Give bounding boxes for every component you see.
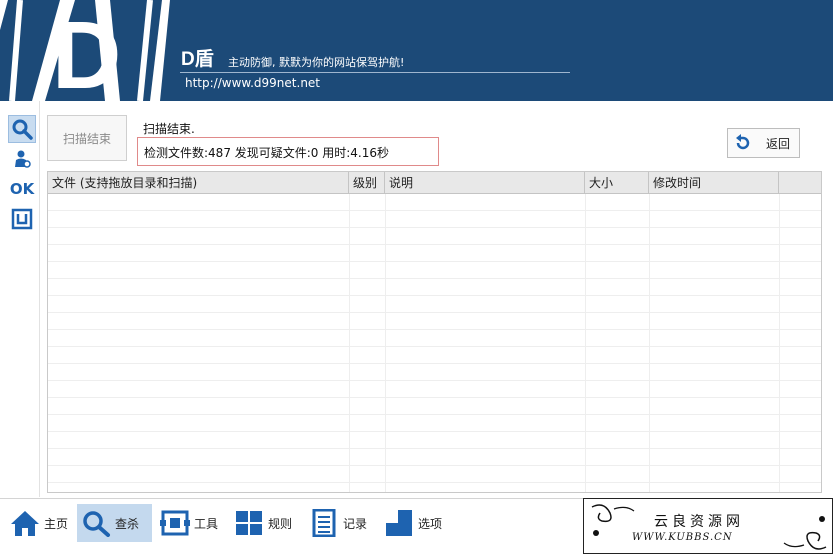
tools-icon — [160, 510, 190, 536]
scan-status-button[interactable]: 扫描结束 — [47, 115, 127, 161]
table-row[interactable] — [48, 313, 821, 330]
table-row[interactable] — [48, 279, 821, 296]
table-row[interactable] — [48, 262, 821, 279]
user-scan-icon — [15, 150, 31, 168]
table-row[interactable] — [48, 398, 821, 415]
side-ok-button[interactable]: OK — [8, 175, 36, 203]
options-icon — [386, 510, 412, 536]
nav-scan-label: 查杀 — [115, 516, 140, 531]
scan-status-title: 扫描结束. — [143, 122, 195, 136]
table-row[interactable] — [48, 432, 821, 449]
scan-result-summary: 检测文件数:487 发现可疑文件:0 用时:4.16秒 — [137, 137, 439, 166]
column-header-modified[interactable]: 修改时间 — [649, 172, 779, 194]
column-header-description[interactable]: 说明 — [385, 172, 585, 194]
nav-home[interactable]: 主页 — [6, 504, 72, 542]
brand-name: D盾 — [181, 49, 214, 70]
left-sidebar: OK — [0, 101, 40, 497]
table-row[interactable] — [48, 211, 821, 228]
watermark-banner: 云良资源网 WWW.KUBBS.CN — [583, 498, 833, 554]
column-header-file[interactable]: 文件 (支持拖放目录和扫描) — [48, 172, 349, 194]
ok-icon: OK — [9, 180, 35, 198]
column-header-size[interactable]: 大小 — [585, 172, 649, 194]
table-row[interactable] — [48, 330, 821, 347]
rules-icon — [236, 511, 262, 535]
search-icon — [83, 511, 110, 537]
nav-options-label: 选项 — [418, 516, 443, 531]
app-logo: D — [0, 0, 170, 101]
nav-rules[interactable]: 规则 — [230, 504, 296, 542]
table-row[interactable] — [48, 228, 821, 245]
nav-tools-label: 工具 — [194, 516, 219, 531]
log-icon — [312, 509, 336, 537]
side-frame-button[interactable] — [8, 205, 36, 233]
table-row[interactable] — [48, 381, 821, 398]
nav-log[interactable]: 记录 — [305, 504, 371, 542]
results-table[interactable]: 文件 (支持拖放目录和扫描) 级别 说明 大小 修改时间 — [47, 171, 822, 493]
watermark-title: 云良资源网 — [654, 514, 744, 530]
column-header-level[interactable]: 级别 — [349, 172, 385, 194]
nav-rules-label: 规则 — [268, 516, 293, 531]
undo-icon — [736, 134, 750, 150]
table-row[interactable] — [48, 347, 821, 364]
table-row[interactable] — [48, 415, 821, 432]
table-row[interactable] — [48, 296, 821, 313]
side-scan-button[interactable] — [8, 115, 36, 143]
nav-options[interactable]: 选项 — [380, 504, 446, 542]
nav-home-label: 主页 — [44, 516, 69, 531]
table-header: 文件 (支持拖放目录和扫描) 级别 说明 大小 修改时间 — [48, 172, 821, 194]
app-url: http://www.d99net.net — [185, 76, 321, 90]
back-button[interactable]: 返回 — [727, 128, 800, 158]
nav-scan[interactable]: 查杀 — [77, 504, 152, 542]
svg-text:D: D — [52, 2, 121, 101]
app-slogan: 主动防御, 默默为你的网站保驾护航! — [228, 56, 405, 69]
home-icon — [11, 511, 39, 536]
nav-log-label: 记录 — [343, 516, 368, 531]
header-divider — [180, 72, 570, 73]
table-row[interactable] — [48, 449, 821, 466]
table-row[interactable] — [48, 364, 821, 381]
scan-result-text: 检测文件数:487 发现可疑文件:0 用时:4.16秒 — [144, 146, 390, 160]
table-row[interactable] — [48, 245, 821, 262]
nav-tools[interactable]: 工具 — [156, 504, 222, 542]
bracket-icon — [11, 208, 33, 230]
watermark-url: WWW.KUBBS.CN — [632, 532, 733, 543]
table-row[interactable] — [48, 194, 821, 211]
side-user-scan-button[interactable] — [8, 145, 36, 173]
search-icon — [12, 119, 33, 140]
table-row[interactable] — [48, 466, 821, 483]
app-header: D D盾 主动防御, 默默为你的网站保驾护航! http://www.d99ne… — [0, 0, 833, 101]
back-button-label: 返回 — [766, 136, 791, 151]
